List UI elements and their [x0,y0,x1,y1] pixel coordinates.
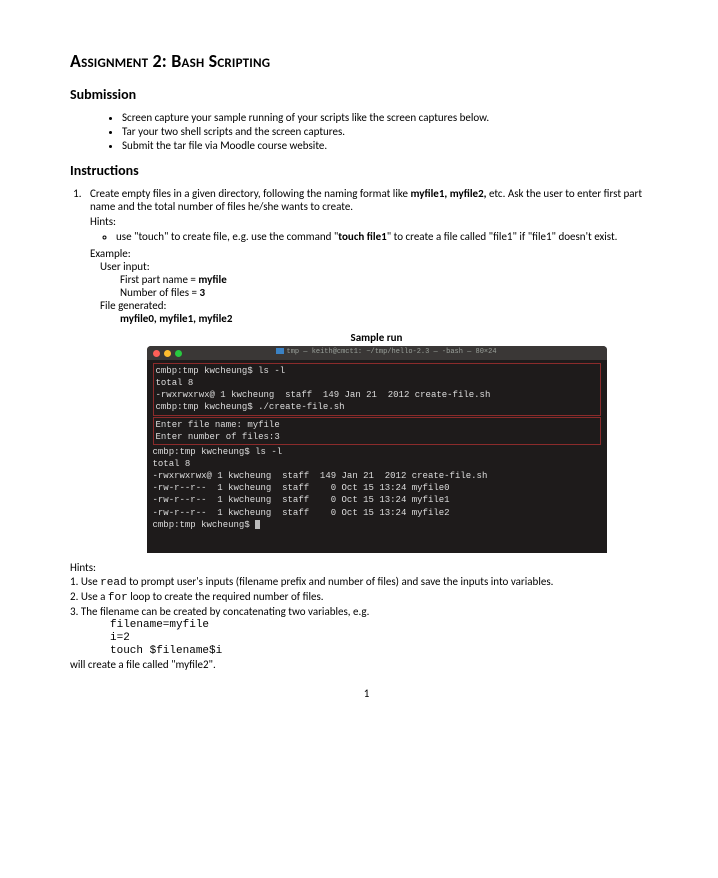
terminal-line: cmbp:tmp kwcheung$ ls -l [153,446,601,458]
hint-line: 3. The filename can be created by concat… [70,605,663,618]
submission-heading: Submission [70,86,663,103]
terminal-line: cmbp:tmp kwcheung$ [153,519,601,531]
code-inline: read [100,577,126,589]
close-icon [153,350,160,357]
terminal-line: Enter number of files:3 [156,431,598,443]
file-generated-label: File generated: [100,299,663,312]
list-item: Screen capture your sample running of yo… [122,111,663,124]
terminal-body: cmbp:tmp kwcheung$ ls -l total 8 -rwxrwx… [147,360,607,533]
sample-run-label: Sample run [90,331,663,344]
terminal-line: total 8 [156,377,598,389]
hints-block: Hints: 1. Use read to prompt user's inpu… [70,561,663,671]
code-inline: for [108,592,128,604]
cursor-icon [255,520,260,529]
hint-line: will create a file called "myfile2". [70,658,663,671]
file-generated-value: myfile0, myfile1, myfile2 [120,312,663,325]
terminal-highlight-box: Enter file name: myfile Enter number of … [153,417,601,445]
bold-text: 3 [199,286,205,299]
hint-item: use "touch" to create file, e.g. use the… [116,230,663,243]
terminal-line: -rwxrwxrwx@ 1 kwcheung staff 149 Jan 21 … [156,389,598,401]
terminal-line: -rw-r--r-- 1 kwcheung staff 0 Oct 15 13:… [153,482,601,494]
terminal-line: cmbp:tmp kwcheung$ ls -l [156,365,598,377]
terminal-line: Enter file name: myfile [156,419,598,431]
terminal-line: -rw-r--r-- 1 kwcheung staff 0 Oct 15 13:… [153,494,601,506]
list-item: Tar your two shell scripts and the scree… [122,125,663,138]
instructions-list: Create empty files in a given directory,… [70,187,663,553]
hint-line: 2. Use a for loop to create the required… [70,590,663,604]
bold-text: touch file1 [338,230,386,243]
hints-label: Hints: [70,561,663,574]
code-line: filename=myfile [110,619,663,631]
list-item: Submit the tar file via Moodle course we… [122,139,663,152]
bold-text: myfile1, myfile2, [410,187,486,200]
instructions-heading: Instructions [70,162,663,179]
terminal-highlight-box: cmbp:tmp kwcheung$ ls -l total 8 -rwxrwx… [153,363,601,416]
submission-list: Screen capture your sample running of yo… [70,111,663,152]
text: " to create a file called "file1" if "fi… [387,230,618,243]
terminal-line: -rwxrwxrwx@ 1 kwcheung staff 149 Jan 21 … [153,470,601,482]
terminal-line: total 8 [153,458,601,470]
example-label: Example: [90,247,663,260]
minimize-icon [164,350,171,357]
terminal-titlebar: tmp — keith@cmct1: ~/tmp/hello-2.3 — -ba… [147,346,607,360]
hints-label: Hints: [90,215,663,228]
text: Create empty files in a given directory,… [90,187,410,200]
text: use "touch" to create file, e.g. use the… [116,230,338,243]
text: Number of files = [120,286,199,299]
example-line: First part name = myfile [120,273,663,286]
terminal-line: -rw-r--r-- 1 kwcheung staff 0 Oct 15 13:… [153,507,601,519]
terminal-window: tmp — keith@cmct1: ~/tmp/hello-2.3 — -ba… [147,346,607,553]
instruction-item: Create empty files in a given directory,… [84,187,663,553]
hint-line: 1. Use read to prompt user's inputs (fil… [70,575,663,589]
terminal-line: cmbp:tmp kwcheung$ ./create-file.sh [156,401,598,413]
bold-text: myfile [198,273,226,286]
code-line: i=2 [110,632,663,644]
text: First part name = [120,273,198,286]
example-line: Number of files = 3 [120,286,663,299]
page-title: Assignment 2: Bash Scripting [70,50,663,72]
maximize-icon [175,350,182,357]
code-line: touch $filename$i [110,645,663,657]
terminal-title: tmp — keith@cmct1: ~/tmp/hello-2.3 — -ba… [276,348,497,357]
folder-icon [276,348,284,354]
user-input-label: User input: [100,260,663,273]
page-number: 1 [70,687,663,700]
